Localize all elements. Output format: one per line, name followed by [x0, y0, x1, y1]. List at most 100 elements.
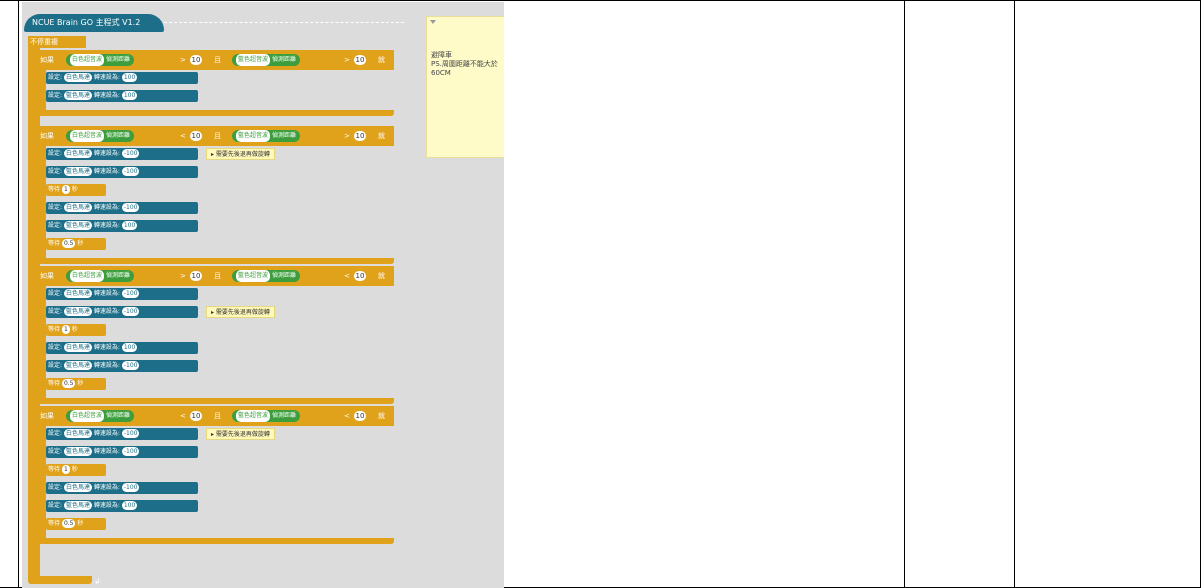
- wait-value-input[interactable]: 0.5: [61, 519, 76, 528]
- wait-value-input[interactable]: 0.5: [61, 239, 76, 248]
- wait-value-input[interactable]: 1: [61, 325, 70, 334]
- speed-value-input[interactable]: -100: [121, 167, 140, 176]
- sensor-select[interactable]: 白色超音波: [70, 130, 105, 142]
- wait-value-input[interactable]: 0.5: [61, 379, 76, 388]
- set-label: 設定:: [48, 308, 63, 315]
- motor-select[interactable]: 白色馬達: [63, 149, 92, 158]
- motor-select[interactable]: 白色馬達: [63, 429, 92, 438]
- collapse-arrow-icon[interactable]: [430, 20, 436, 24]
- wait-value-input[interactable]: 1: [61, 185, 70, 194]
- set-motor-speed-block[interactable]: 設定: 藍色馬達 轉速設為: 100: [46, 220, 198, 232]
- speed-value-input[interactable]: -100: [121, 429, 140, 438]
- left-ultrasonic-sensor-block[interactable]: 白色超音波 偵測距離: [66, 130, 135, 142]
- program-hat-block[interactable]: NCUE Brain GO 主程式 V1.2: [24, 14, 164, 32]
- sensor-select[interactable]: 藍色超音波: [236, 130, 271, 142]
- left-ultrasonic-sensor-block[interactable]: 白色超音波 偵測距離: [66, 54, 135, 66]
- set-motor-speed-block[interactable]: 設定: 藍色馬達 轉速設為: -100: [46, 360, 198, 372]
- right-ultrasonic-sensor-block[interactable]: 藍色超音波 偵測距離: [232, 130, 301, 142]
- wait-unit-label: 秒: [77, 380, 84, 387]
- set-motor-speed-block[interactable]: 設定: 藍色馬達 轉速設為: 100: [46, 500, 198, 512]
- motor-select[interactable]: 白色馬達: [63, 203, 92, 212]
- motor-select[interactable]: 藍色馬達: [63, 361, 92, 370]
- wait-seconds-block[interactable]: 等待 1 秒: [46, 464, 106, 476]
- speed-value-input[interactable]: -100: [121, 447, 140, 456]
- threshold-value-input[interactable]: 10: [190, 411, 202, 421]
- inline-comment-chip[interactable]: ▸ 需要先後退再做旋轉: [206, 428, 275, 440]
- comparison-operator[interactable]: >: [180, 266, 186, 286]
- set-motor-speed-block[interactable]: 設定: 藍色馬達 轉速設為: 100: [46, 90, 198, 102]
- set-motor-speed-block[interactable]: 設定: 白色馬達 轉速設為: 100: [46, 72, 198, 84]
- threshold-value-input[interactable]: 10: [190, 271, 202, 281]
- comparison-operator[interactable]: <: [344, 266, 350, 286]
- set-label: 設定:: [48, 92, 63, 99]
- sensor-select[interactable]: 藍色超音波: [236, 410, 271, 422]
- wait-seconds-block[interactable]: 等待 0.5 秒: [46, 378, 106, 390]
- motor-select[interactable]: 藍色馬達: [63, 221, 92, 230]
- right-ultrasonic-sensor-block[interactable]: 藍色超音波 偵測距離: [232, 410, 301, 422]
- speed-value-input[interactable]: -100: [121, 307, 140, 316]
- right-ultrasonic-sensor-block[interactable]: 藍色超音波 偵測距離: [232, 54, 301, 66]
- blocks-workspace[interactable]: NCUE Brain GO 主程式 V1.2 不停重複 ↲ 如果 白色超音波 偵測距…: [22, 2, 504, 588]
- left-ultrasonic-sensor-block[interactable]: 白色超音波 偵測距離: [66, 270, 135, 282]
- threshold-value-input[interactable]: 10: [354, 411, 366, 421]
- speed-value-input[interactable]: 100: [121, 501, 138, 510]
- set-motor-speed-block[interactable]: 設定: 藍色馬達 轉速設為: -100: [46, 306, 198, 318]
- set-motor-speed-block[interactable]: 設定: 藍色馬達 轉速設為: -100: [46, 166, 198, 178]
- threshold-value-input[interactable]: 10: [354, 271, 366, 281]
- speed-value-input[interactable]: 100: [121, 91, 138, 100]
- threshold-value-input[interactable]: 10: [190, 131, 202, 141]
- forever-loop-block[interactable]: 不停重複: [28, 36, 86, 48]
- motor-select[interactable]: 藍色馬達: [63, 91, 92, 100]
- set-motor-speed-block[interactable]: 設定: 白色馬達 轉速設為: -100: [46, 482, 198, 494]
- motor-select[interactable]: 白色馬達: [63, 483, 92, 492]
- threshold-value-input[interactable]: 10: [354, 55, 366, 65]
- speed-value-input[interactable]: 100: [121, 73, 138, 82]
- sensor-select[interactable]: 藍色超音波: [236, 54, 271, 66]
- right-ultrasonic-sensor-block[interactable]: 藍色超音波 偵測距離: [232, 270, 301, 282]
- wait-value-input[interactable]: 1: [61, 465, 70, 474]
- wait-seconds-block[interactable]: 等待 1 秒: [46, 324, 106, 336]
- speed-value-input[interactable]: -100: [121, 149, 140, 158]
- speed-property-label: 轉速設為:: [93, 430, 120, 437]
- set-motor-speed-block[interactable]: 設定: 白色馬達 轉速設為: -100: [46, 202, 198, 214]
- wait-seconds-block[interactable]: 等待 0.5 秒: [46, 518, 106, 530]
- motor-select[interactable]: 白色馬達: [63, 73, 92, 82]
- comparison-operator[interactable]: <: [344, 406, 350, 426]
- comparison-operator[interactable]: >: [344, 126, 350, 146]
- speed-value-input[interactable]: -100: [121, 483, 140, 492]
- set-motor-speed-block[interactable]: 設定: 白色馬達 轉速設為: -100: [46, 428, 198, 440]
- sensor-select[interactable]: 白色超音波: [70, 54, 105, 66]
- set-motor-speed-block[interactable]: 設定: 藍色馬達 轉速設為: -100: [46, 446, 198, 458]
- speed-value-input[interactable]: -100: [121, 289, 140, 298]
- motor-select[interactable]: 藍色馬達: [63, 167, 92, 176]
- sensor-select[interactable]: 白色超音波: [70, 270, 105, 282]
- set-motor-speed-block[interactable]: 設定: 白色馬達 轉速設為: -100: [46, 148, 198, 160]
- motor-select[interactable]: 藍色馬達: [63, 307, 92, 316]
- set-motor-speed-block[interactable]: 設定: 白色馬達 轉速設為: -100: [46, 288, 198, 300]
- sensor-select[interactable]: 藍色超音波: [236, 270, 271, 282]
- speed-value-input[interactable]: -100: [121, 203, 140, 212]
- wait-unit-label: 秒: [71, 186, 78, 193]
- comment-note[interactable]: 避障車 PS.周圍距離不能大於 60CM: [426, 16, 504, 158]
- motor-select[interactable]: 白色馬達: [63, 343, 92, 352]
- wait-seconds-block[interactable]: 等待 0.5 秒: [46, 238, 106, 250]
- inline-comment-chip[interactable]: ▸ 需要先後退再做旋轉: [206, 148, 275, 160]
- sensor-select[interactable]: 白色超音波: [70, 410, 105, 422]
- threshold-value-input[interactable]: 10: [190, 55, 202, 65]
- comparison-operator[interactable]: >: [180, 50, 186, 70]
- comparison-operator[interactable]: >: [344, 50, 350, 70]
- comparison-operator[interactable]: <: [180, 406, 186, 426]
- threshold-value-input[interactable]: 10: [354, 131, 366, 141]
- left-ultrasonic-sensor-block[interactable]: 白色超音波 偵測距離: [66, 410, 135, 422]
- motor-select[interactable]: 白色馬達: [63, 289, 92, 298]
- set-motor-speed-block[interactable]: 設定: 白色馬達 轉速設為: 100: [46, 342, 198, 354]
- speed-value-input[interactable]: 100: [121, 221, 138, 230]
- comparison-operator[interactable]: <: [180, 126, 186, 146]
- speed-value-input[interactable]: 100: [121, 343, 138, 352]
- speed-value-input[interactable]: -100: [121, 361, 140, 370]
- inline-comment-chip[interactable]: ▸ 需要先後退再做旋轉: [206, 306, 275, 318]
- wait-seconds-block[interactable]: 等待 1 秒: [46, 184, 106, 196]
- motor-select[interactable]: 藍色馬達: [63, 501, 92, 510]
- motor-select[interactable]: 藍色馬達: [63, 447, 92, 456]
- add-block-icon[interactable]: ↲: [94, 577, 101, 586]
